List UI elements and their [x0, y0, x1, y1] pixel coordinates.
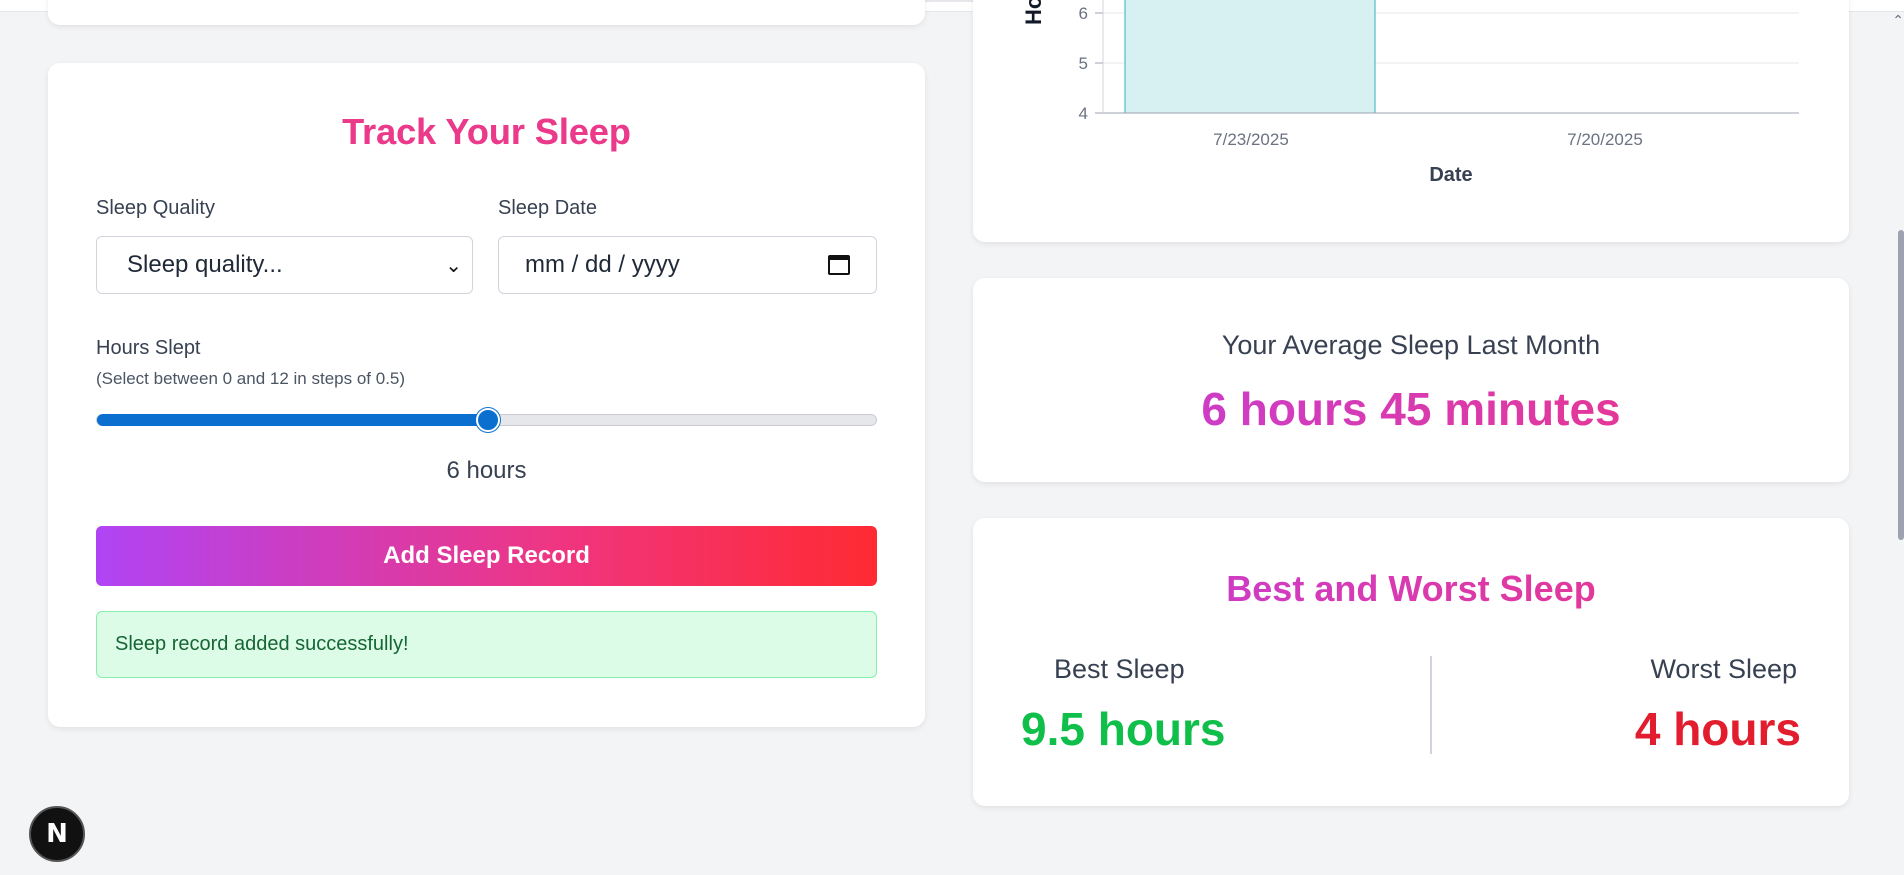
success-message: Sleep record added successfully! — [96, 611, 877, 678]
sleep-date-placeholder: mm / dd / yyyy — [525, 251, 680, 278]
sleep-quality-select[interactable]: Sleep quality... ⌄ — [96, 236, 473, 294]
hours-slept-value: 6 hours — [446, 457, 527, 484]
sleep-date-input[interactable]: mm / dd / yyyy — [498, 236, 877, 294]
y-axis-label: Ho — [1021, 0, 1046, 25]
slider-fill — [97, 414, 488, 426]
slider-thumb[interactable] — [475, 408, 500, 432]
sleep-chart: Ho 4 5 6 7/23/2025 7/20/2025 Date — [1021, 0, 1799, 186]
average-sleep-title: Your Average Sleep Last Month — [1221, 330, 1601, 360]
track-sleep-card: Track Your Sleep Sleep Quality Sleep qua… — [48, 63, 925, 727]
average-sleep-card: Your Average Sleep Last Month 6 hours 45… — [973, 278, 1849, 482]
x-tick-label: 7/23/2025 — [1213, 130, 1289, 149]
sleep-quality-label: Sleep Quality — [96, 197, 215, 219]
calendar-icon[interactable] — [828, 255, 850, 275]
best-worst-title: Best and Worst Sleep — [973, 568, 1849, 610]
average-sleep-value: 6 hours 45 minutes — [973, 382, 1849, 436]
best-sleep-label: Best Sleep — [1054, 654, 1185, 684]
y-tick-label: 4 — [1079, 104, 1088, 123]
hours-slept-slider[interactable] — [96, 408, 877, 432]
sleep-date-label: Sleep Date — [498, 197, 597, 219]
x-tick-label: 7/20/2025 — [1567, 130, 1643, 149]
best-sleep-value: 9.5 hours — [1021, 703, 1226, 755]
nextjs-dev-badge[interactable]: N — [29, 806, 85, 862]
sleep-quality-value: Sleep quality... — [127, 251, 283, 278]
best-worst-divider — [1430, 656, 1432, 754]
y-tick-label: 5 — [1079, 54, 1088, 73]
bar-7/23/2025[interactable] — [1124, 0, 1376, 114]
sleep-chart-card: Ho 4 5 6 7/23/2025 7/20/2025 Date — [973, 0, 1849, 242]
previous-card-edge — [48, 0, 925, 25]
worst-sleep-value: 4 hours — [1634, 703, 1801, 755]
hours-slept-hint: (Select between 0 and 12 in steps of 0.5… — [96, 369, 406, 388]
x-axis-title: Date — [1429, 164, 1472, 186]
add-sleep-record-button[interactable]: Add Sleep Record — [96, 526, 877, 586]
y-tick-label: 6 — [1079, 4, 1088, 23]
chevron-down-icon: ⌄ — [445, 254, 462, 277]
hours-slept-label: Hours Slept — [96, 337, 201, 359]
scroll-up-arrow-icon[interactable]: ⌃ — [1892, 12, 1904, 29]
track-sleep-title: Track Your Sleep — [48, 111, 925, 153]
worst-sleep-label: Worst Sleep — [1650, 654, 1797, 684]
page-scrollbar[interactable] — [1898, 230, 1904, 540]
best-worst-card: Best and Worst Sleep Best Sleep 9.5 hour… — [973, 518, 1849, 806]
